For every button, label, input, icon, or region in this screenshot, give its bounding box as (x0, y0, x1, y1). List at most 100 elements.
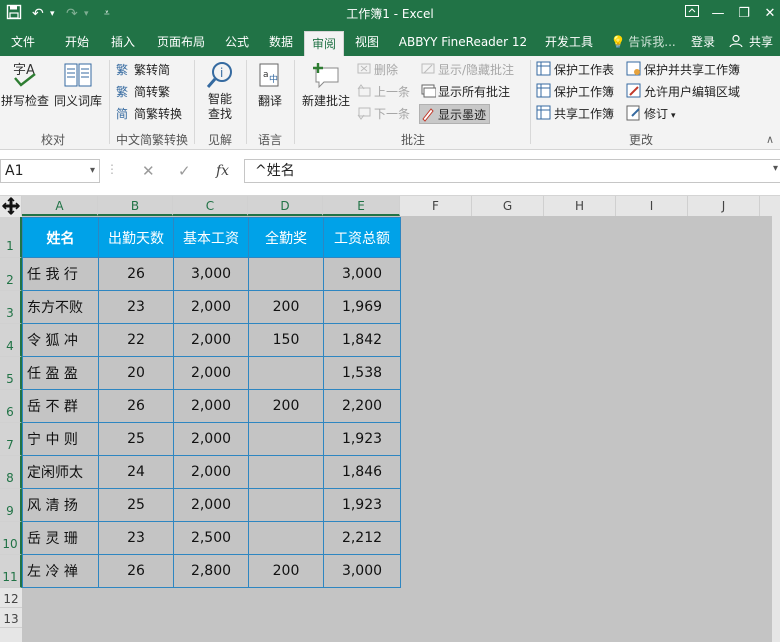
table-cell[interactable]: 200 (248, 554, 324, 588)
table-cell[interactable]: 1,846 (323, 455, 401, 489)
table-cell[interactable]: 3,000 (323, 554, 401, 588)
protect-workbook-button[interactable]: 保护工作簿 (536, 82, 614, 102)
protect-and-share-button[interactable]: 保护并共享工作簿 (626, 60, 740, 80)
table-cell[interactable]: 宁 中 则 (22, 422, 99, 456)
thesaurus-button[interactable]: 同义词库 (52, 60, 104, 109)
table-cell[interactable]: 岳 不 群 (22, 389, 99, 423)
table-cell[interactable]: 风 清 扬 (22, 488, 99, 522)
table-cell[interactable] (248, 488, 324, 522)
table-cell[interactable]: 2,000 (173, 290, 249, 324)
redo-dropdown-icon[interactable]: ▾ (84, 4, 89, 24)
show-hide-comment-button[interactable]: 显示/隐藏批注 (420, 60, 514, 80)
worksheet-grid[interactable]: A B C D E F G H I J 1 2 3 4 5 6 7 8 9 10… (0, 196, 780, 642)
table-cell[interactable]: 2,800 (173, 554, 249, 588)
table-cell[interactable]: 22 (98, 323, 174, 357)
row-header-6[interactable]: 6 (0, 390, 22, 423)
table-cell[interactable]: 200 (248, 389, 324, 423)
table-cell[interactable]: 1,538 (323, 356, 401, 390)
to-simplified-button[interactable]: 繁繁转简 (116, 60, 170, 80)
enter-icon[interactable]: ✓ (178, 159, 191, 183)
insert-function-icon[interactable]: fx (216, 159, 229, 183)
column-header-h[interactable]: H (544, 196, 616, 216)
share-button[interactable]: 共享 (744, 28, 778, 56)
table-cell[interactable] (248, 356, 324, 390)
column-header-e[interactable]: E (323, 196, 400, 216)
tab-view[interactable]: 视图 (350, 28, 384, 56)
translate-button[interactable]: a中 翻译 (252, 60, 288, 109)
table-cell[interactable]: 25 (98, 422, 174, 456)
row-header-9[interactable]: 9 (0, 489, 22, 522)
tab-page-layout[interactable]: 页面布局 (152, 28, 210, 56)
header-cell-name[interactable]: 姓名 (22, 217, 99, 258)
row-header-11[interactable]: 11 (0, 555, 22, 588)
tab-review[interactable]: 审阅 (304, 31, 344, 56)
name-box[interactable]: A1 ▾ (0, 159, 100, 183)
header-cell-base-salary[interactable]: 基本工资 (173, 217, 249, 258)
column-header-b[interactable]: B (98, 196, 173, 216)
redo-icon[interactable]: ↷ (66, 4, 78, 24)
smart-lookup-button[interactable]: i 智能查找 (198, 60, 242, 122)
table-cell[interactable]: 2,000 (173, 389, 249, 423)
save-icon[interactable] (6, 4, 22, 24)
row-header-1[interactable]: 1 (0, 217, 22, 258)
table-cell[interactable]: 令 狐 冲 (22, 323, 99, 357)
next-comment-button[interactable]: 下一条 (356, 104, 410, 124)
expand-formula-bar-icon[interactable]: ▾ (773, 163, 778, 174)
table-cell[interactable]: 200 (248, 290, 324, 324)
table-cell[interactable]: 东方不败 (22, 290, 99, 324)
tab-formulas[interactable]: 公式 (220, 28, 254, 56)
ribbon-display-options-icon[interactable] (678, 2, 706, 26)
select-all-corner[interactable] (0, 196, 22, 216)
table-cell[interactable]: 25 (98, 488, 174, 522)
column-header-c[interactable]: C (173, 196, 248, 216)
table-cell[interactable]: 2,000 (173, 323, 249, 357)
table-cell[interactable]: 任 盈 盈 (22, 356, 99, 390)
row-header-12[interactable]: 12 (0, 588, 22, 608)
close-icon[interactable]: ✕ (756, 2, 780, 26)
column-header-g[interactable]: G (472, 196, 544, 216)
cancel-icon[interactable]: ✕ (142, 159, 155, 183)
protect-sheet-button[interactable]: 保护工作表 (536, 60, 614, 80)
table-cell[interactable] (248, 257, 324, 291)
table-cell[interactable]: 2,212 (323, 521, 401, 555)
column-header-f[interactable]: F (400, 196, 472, 216)
table-cell[interactable]: 2,000 (173, 356, 249, 390)
table-cell[interactable]: 2,500 (173, 521, 249, 555)
table-cell[interactable] (248, 521, 324, 555)
tab-developer[interactable]: 开发工具 (540, 28, 598, 56)
tell-me-search[interactable]: 告诉我... (626, 28, 678, 56)
spell-check-button[interactable]: 字A 拼写检查 (0, 60, 50, 109)
table-cell[interactable]: 24 (98, 455, 174, 489)
row-header-10[interactable]: 10 (0, 522, 22, 555)
table-cell[interactable]: 左 冷 禅 (22, 554, 99, 588)
tab-home[interactable]: 开始 (60, 28, 94, 56)
tab-abbyy[interactable]: ABBYY FineReader 12 (396, 28, 530, 56)
table-cell[interactable]: 23 (98, 521, 174, 555)
vertical-scrollbar[interactable] (772, 216, 780, 642)
collapse-ribbon-icon[interactable]: ∧ (766, 133, 774, 146)
table-cell[interactable]: 2,000 (173, 422, 249, 456)
table-cell[interactable] (248, 455, 324, 489)
column-header-a[interactable]: A (22, 196, 98, 216)
previous-comment-button[interactable]: 上一条 (356, 82, 410, 102)
table-cell[interactable]: 3,000 (173, 257, 249, 291)
show-ink-button[interactable]: 显示墨迹 (419, 104, 491, 124)
table-cell[interactable]: 23 (98, 290, 174, 324)
track-changes-button[interactable]: 修订 ▾ (626, 104, 676, 124)
table-cell[interactable]: 1,969 (323, 290, 401, 324)
table-cell[interactable]: 26 (98, 554, 174, 588)
to-traditional-button[interactable]: 繁简转繁 (116, 82, 170, 102)
column-header-j[interactable]: J (688, 196, 760, 216)
formula-input[interactable]: ^姓名 (244, 159, 780, 183)
table-cell[interactable]: 20 (98, 356, 174, 390)
show-all-comments-button[interactable]: 显示所有批注 (420, 82, 510, 102)
sign-in-link[interactable]: 登录 (686, 28, 720, 56)
restore-icon[interactable]: ❐ (730, 2, 758, 26)
header-cell-attendance[interactable]: 出勤天数 (98, 217, 174, 258)
delete-comment-button[interactable]: 删除 (356, 60, 398, 80)
row-header-5[interactable]: 5 (0, 357, 22, 390)
customize-qat-icon[interactable]: ⩡ (104, 4, 110, 24)
name-box-dropdown-icon[interactable]: ▾ (90, 160, 95, 182)
table-cell[interactable]: 26 (98, 389, 174, 423)
table-cell[interactable]: 150 (248, 323, 324, 357)
